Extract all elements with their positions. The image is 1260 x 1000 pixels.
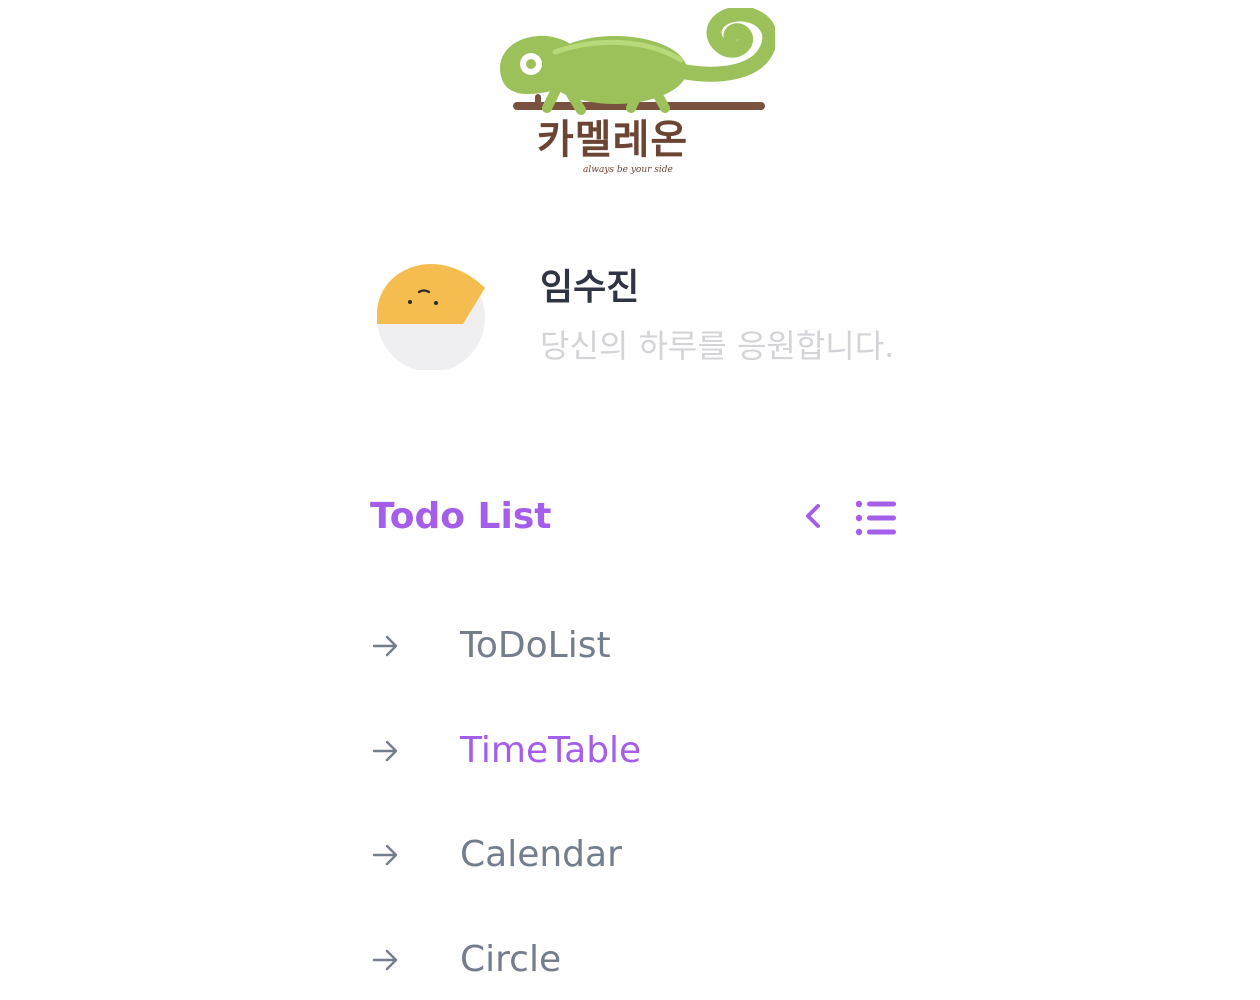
arrow-right-icon [372,949,398,971]
profile-greeting: 당신의 하루를 응원합니다. [540,327,895,365]
arrow-right-icon [372,740,398,762]
list-view-button[interactable] [852,498,900,538]
chevron-left-icon [806,504,820,528]
profile-name: 임수진 [540,267,640,308]
nav-item-label: TimeTable [460,730,642,771]
logo-tagline: always be your side [583,165,673,175]
arrow-right-icon [372,635,398,657]
nav-item-timetable[interactable]: TimeTable [370,722,910,782]
list-icon [855,500,896,536]
logo-text: 카멜레온 [537,117,689,163]
avatar[interactable] [373,262,489,372]
nav-item-label: Circle [460,939,562,980]
nav-item-label: ToDoList [460,625,611,666]
collapse-sidebar-button[interactable] [798,498,830,534]
brand-logo[interactable]: 카멜레온 always be your side [495,8,775,178]
nav-item-calendar[interactable]: Calendar [370,826,910,886]
chameleon-logo-icon [500,8,775,115]
nav-item-todolist[interactable]: ToDoList [370,617,910,677]
nav-item-circle[interactable]: Circle [370,931,910,991]
sidebar-page: 카멜레온 always be your side 임수진 당신의 하루를 응원합… [0,0,1260,1000]
avatar-face-icon [377,264,485,372]
section-title: Todo List [370,496,552,537]
arrow-right-icon [372,844,398,866]
nav-item-label: Calendar [460,834,622,875]
